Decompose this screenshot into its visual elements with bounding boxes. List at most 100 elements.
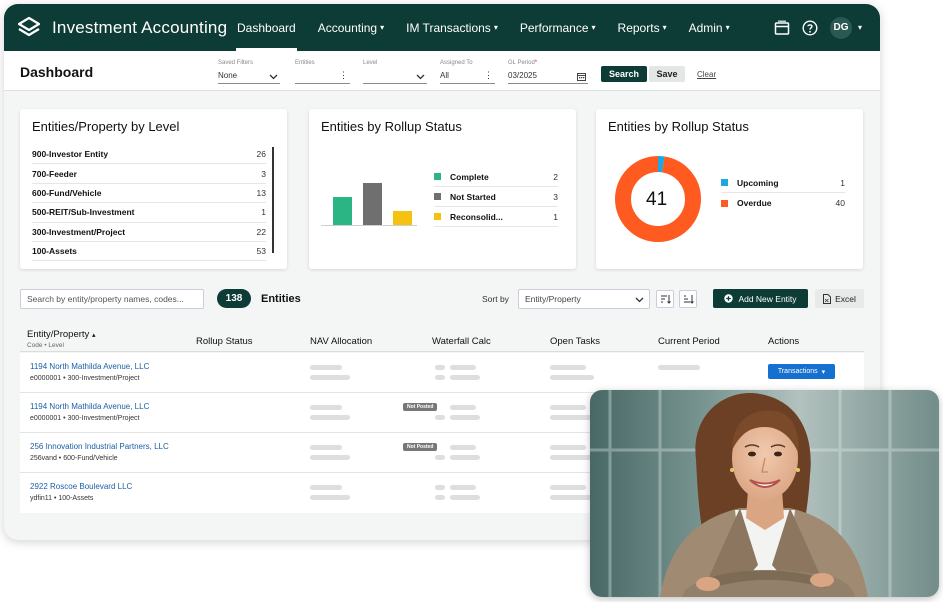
entity-count-label: Entities bbox=[261, 293, 301, 305]
more-icon: ⋮ bbox=[339, 70, 348, 80]
gl-period-field[interactable]: GL Period* 03/2025 bbox=[508, 60, 588, 84]
skeleton bbox=[450, 455, 480, 460]
col-rollup[interactable]: Rollup Status bbox=[196, 336, 253, 347]
nav-admin[interactable]: Admin ▾ bbox=[678, 4, 741, 51]
entities-label: Entities bbox=[295, 60, 315, 66]
table-row[interactable]: 1194 North Mathilda Avenue, LLC e0000001… bbox=[20, 353, 864, 393]
nav-label: Accounting bbox=[317, 20, 378, 35]
rollup-donut-card: Entities by Rollup Status 41 Upcoming 1 O… bbox=[596, 109, 863, 269]
nav-label: Dashboard bbox=[237, 20, 296, 35]
saved-filters-select[interactable]: Saved Filters None bbox=[218, 60, 280, 84]
entity-link[interactable]: 256 Innovation Industrial Partners, LLC bbox=[30, 442, 169, 451]
list-item[interactable]: 500-REIT/Sub-Investment 1 bbox=[32, 203, 266, 223]
nav-reports[interactable]: Reports ▾ bbox=[607, 4, 678, 51]
nav-accounting[interactable]: Accounting ▾ bbox=[307, 4, 395, 51]
donut-legend: Upcoming 1 Overdue 40 bbox=[721, 173, 845, 213]
top-nav: Investment Accounting Dashboard Accounti… bbox=[4, 4, 880, 51]
list-item[interactable]: 900-Investor Entity 26 bbox=[32, 145, 266, 165]
main-menu: Dashboard Accounting ▾ IM Transactions ▾ P… bbox=[226, 4, 741, 51]
legend-swatch-d0 bbox=[721, 179, 728, 186]
entity-sub: 256vand • 600-Fund/Vehicle bbox=[30, 455, 118, 462]
skeleton bbox=[435, 485, 445, 490]
gl-period-label: GL Period* bbox=[508, 60, 538, 66]
list-item[interactable]: 100-Assets 53 bbox=[32, 242, 266, 262]
skeleton bbox=[550, 495, 594, 500]
chevron-down-icon: ▾ bbox=[380, 23, 385, 32]
skeleton bbox=[450, 495, 480, 500]
chevron-down-icon: ▾ bbox=[493, 23, 498, 32]
assigned-to-select[interactable]: Assigned To All ⋮ bbox=[440, 60, 495, 84]
scrollbar[interactable] bbox=[272, 147, 274, 253]
excel-button[interactable]: Excel bbox=[815, 289, 864, 308]
level-count: 3 bbox=[261, 168, 266, 179]
bar-complete bbox=[333, 197, 352, 225]
legend-item: Overdue 40 bbox=[721, 193, 845, 213]
level-select[interactable]: Level bbox=[363, 60, 427, 84]
level-label: Level bbox=[363, 60, 378, 66]
col-nav[interactable]: NAV Allocation bbox=[310, 336, 372, 347]
calendar-icon[interactable] bbox=[577, 72, 586, 81]
search-button[interactable]: Search bbox=[601, 66, 647, 82]
clear-link[interactable]: Clear bbox=[697, 70, 716, 79]
save-button[interactable]: Save bbox=[649, 66, 685, 82]
help-icon[interactable] bbox=[802, 19, 818, 36]
nav-im-transactions[interactable]: IM Transactions ▾ bbox=[395, 4, 509, 51]
filter-bar: Dashboard Saved Filters None Entities ⋮ … bbox=[4, 51, 880, 91]
skeleton bbox=[310, 415, 350, 420]
avatar[interactable]: DG bbox=[829, 16, 852, 39]
transactions-button[interactable]: Transactions ▾ bbox=[768, 364, 835, 379]
logo-icon bbox=[17, 16, 41, 36]
plus-circle-icon bbox=[724, 294, 734, 303]
legend-label: Overdue bbox=[737, 198, 772, 208]
sort-select[interactable]: Entity/Property bbox=[518, 289, 650, 309]
skeleton bbox=[450, 445, 476, 450]
legend-item: Not Started 3 bbox=[434, 187, 558, 207]
skeleton bbox=[310, 375, 350, 380]
col-open-tasks[interactable]: Open Tasks bbox=[550, 336, 600, 347]
col-waterfall[interactable]: Waterfall Calc bbox=[432, 336, 491, 347]
list-item[interactable]: 600-Fund/Vehicle 13 bbox=[32, 184, 266, 204]
entity-link[interactable]: 1194 North Mathilda Avenue, LLC bbox=[30, 402, 149, 411]
legend-count: 1 bbox=[840, 177, 845, 188]
sort-value: Entity/Property bbox=[525, 294, 581, 304]
level-list: 900-Investor Entity 26 700-Feeder 3 600-Fu… bbox=[32, 145, 266, 262]
chevron-down-icon[interactable]: ▾ bbox=[858, 23, 862, 32]
col-current-period[interactable]: Current Period bbox=[658, 336, 720, 347]
skeleton bbox=[450, 485, 476, 490]
legend-count: 3 bbox=[553, 191, 558, 202]
level-count: 53 bbox=[256, 246, 266, 257]
skeleton bbox=[450, 375, 480, 380]
list-item[interactable]: 700-Feeder 3 bbox=[32, 164, 266, 184]
table-header: Entity/Property ▴ Code • Level Rollup St… bbox=[20, 326, 864, 352]
level-name: 600-Fund/Vehicle bbox=[32, 187, 102, 198]
skeleton bbox=[310, 445, 342, 450]
nav-dashboard[interactable]: Dashboard bbox=[226, 4, 307, 51]
nav-label: IM Transactions bbox=[406, 20, 491, 35]
bar-not-started bbox=[363, 183, 382, 225]
level-count: 13 bbox=[256, 187, 266, 198]
entities-select[interactable]: Entities ⋮ bbox=[295, 60, 350, 84]
search-input[interactable]: Search by entity/property names, codes..… bbox=[20, 289, 204, 309]
level-name: 100-Assets bbox=[32, 246, 77, 257]
transactions-label: Transactions bbox=[777, 368, 818, 375]
list-item[interactable]: 300-Investment/Project 22 bbox=[32, 223, 266, 242]
add-entity-button[interactable]: Add New Entity bbox=[713, 289, 808, 308]
entity-link[interactable]: 1194 North Mathilda Avenue, LLC bbox=[30, 362, 149, 371]
nav-right: DG ▾ bbox=[774, 4, 862, 51]
saved-filters-value: None bbox=[218, 71, 238, 80]
nav-performance[interactable]: Performance ▾ bbox=[509, 4, 607, 51]
window-icon[interactable] bbox=[774, 20, 790, 36]
legend-count: 40 bbox=[835, 198, 845, 208]
legend-swatch-0 bbox=[434, 173, 441, 180]
legend-count: 1 bbox=[553, 211, 558, 222]
level-name: 900-Investor Entity bbox=[32, 149, 109, 160]
legend-item: Complete 2 bbox=[434, 167, 558, 187]
entity-link[interactable]: 2922 Roscoe Boulevard LLC bbox=[30, 482, 132, 491]
col-entity[interactable]: Entity/Property ▴ bbox=[27, 329, 95, 340]
sort-asc-button[interactable] bbox=[679, 290, 697, 308]
level-count: 22 bbox=[256, 226, 266, 237]
sort-desc-button[interactable] bbox=[656, 290, 674, 308]
skeleton bbox=[550, 405, 586, 410]
skeleton bbox=[435, 375, 445, 380]
legend-swatch-2 bbox=[434, 213, 441, 220]
